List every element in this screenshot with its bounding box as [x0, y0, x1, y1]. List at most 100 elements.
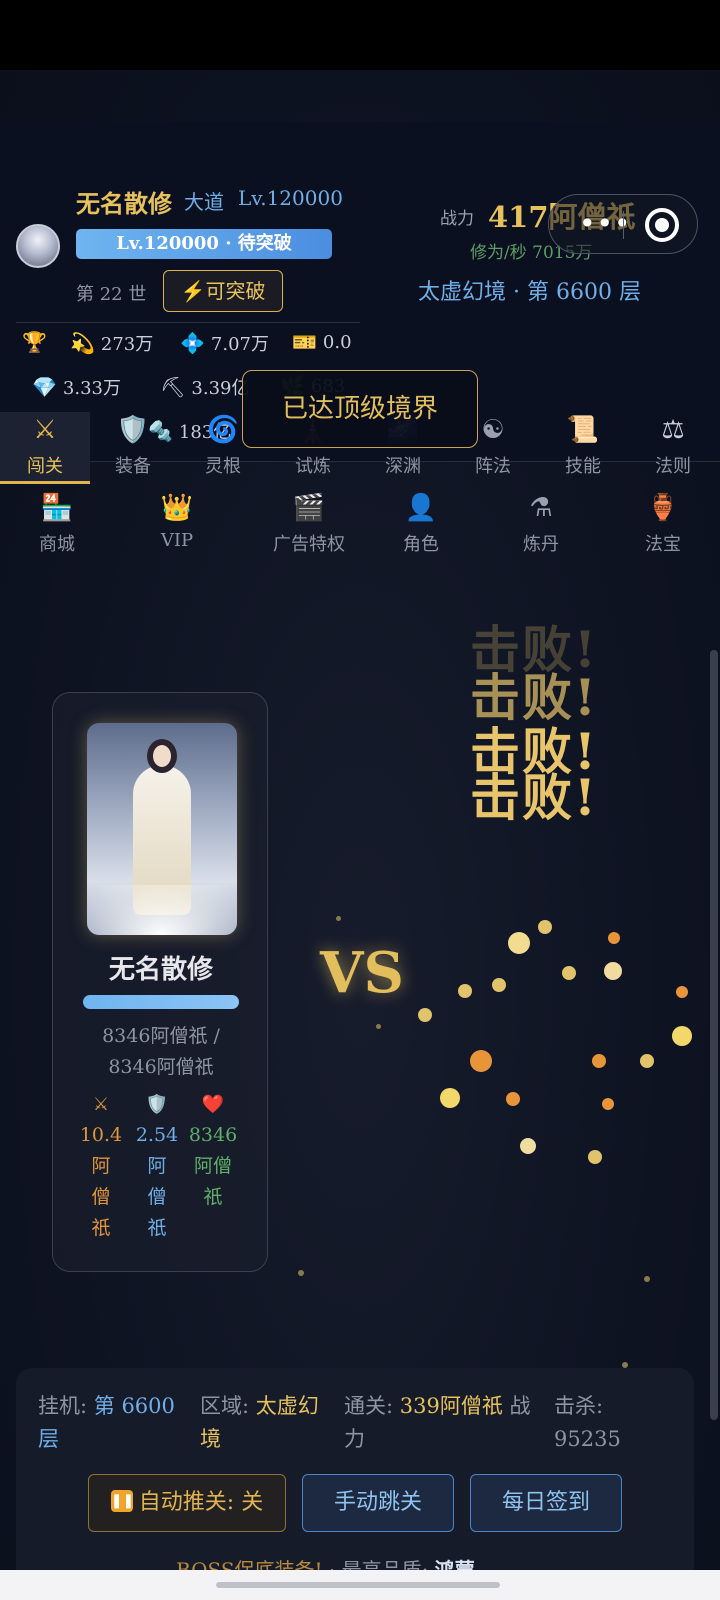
- spark-particle: [298, 1270, 304, 1276]
- idle-stage-info: 挂机: 第 6600 层: [38, 1390, 175, 1456]
- realm-floor: 太虚幻境 · 第 6600 层: [418, 280, 641, 305]
- tab-character[interactable]: 👤 角色: [376, 490, 466, 556]
- crown-icon: 👑: [160, 493, 194, 523]
- resource-value: 3.39亿: [191, 378, 250, 399]
- spark-particle: [604, 962, 622, 980]
- stat-unit: 阿: [147, 1155, 167, 1177]
- tab-challenge[interactable]: ⚔ 闯关: [0, 412, 90, 484]
- daily-signin-button[interactable]: 每日签到: [470, 1474, 622, 1532]
- stat-unit: 祇: [203, 1186, 223, 1208]
- resource-ticket: 🎫 0.0: [292, 330, 352, 354]
- zone-label: 区域:: [200, 1394, 250, 1418]
- tab-label: 广告特权: [273, 534, 345, 555]
- zone-value-cont: 境: [200, 1427, 221, 1451]
- person-icon: 👤: [404, 493, 438, 523]
- tab-label: 角色: [403, 534, 439, 555]
- resource-comet: 💫 273万: [70, 330, 153, 356]
- diamond-icon: 💎: [32, 375, 57, 399]
- power-label: 战力: [440, 209, 474, 229]
- stat-unit: 僧: [91, 1186, 111, 1208]
- spark-particle: [608, 932, 620, 944]
- scrollbar[interactable]: [710, 650, 718, 1420]
- zone-value: 太虚幻: [255, 1394, 319, 1418]
- clapper-icon: 🎬: [292, 493, 326, 523]
- auto-advance-toggle[interactable]: ❚❚ 自动推关: 关: [88, 1474, 286, 1532]
- hp-text-line: 8346阿僧祇 /: [102, 1025, 220, 1047]
- resource-value: 0.0: [322, 331, 352, 353]
- trophy-icon: 🏆: [22, 330, 47, 354]
- tab-label: 闯关: [27, 456, 63, 477]
- idle-value-cont: 层: [38, 1427, 59, 1451]
- scroll-icon: 📜: [566, 415, 600, 445]
- spark-particle: [506, 1092, 520, 1106]
- sword-icon: ⚔: [92, 1094, 110, 1115]
- defense-stat: 🛡️ 2.54 阿 僧 祇: [131, 1089, 183, 1244]
- comet-icon: 💫: [70, 331, 95, 355]
- tab-alchemy[interactable]: ⚗ 炼丹: [496, 490, 586, 556]
- stat-unit: 僧: [147, 1186, 167, 1208]
- spark-particle: [376, 1024, 381, 1029]
- tab-label: 法宝: [645, 534, 681, 555]
- breakthrough-button[interactable]: ⚡可突破: [163, 270, 283, 312]
- shield-icon: 🛡️: [116, 415, 150, 445]
- tab-treasure[interactable]: 🏺 法宝: [618, 490, 708, 556]
- stat-unit: 阿僧: [193, 1155, 232, 1177]
- tab-ad-privilege[interactable]: 🎬 广告特权: [254, 490, 364, 556]
- divider: [16, 322, 360, 323]
- dao-label: 大道: [184, 190, 224, 214]
- resource-pickaxe: ⛏ 3.39亿: [160, 374, 249, 400]
- store-icon: 🏪: [40, 493, 74, 523]
- tab-laws[interactable]: ⚖ 法则: [628, 412, 718, 478]
- heart-icon: ❤️: [201, 1094, 225, 1115]
- game-screen: 无名散修 大道 Lv.120000 Lv.120000 · 待突破 第 22 世…: [0, 70, 720, 1600]
- resource-value: 7.07万: [210, 334, 269, 355]
- avatar[interactable]: [16, 224, 60, 268]
- scales-icon: ⚖: [661, 415, 685, 445]
- kills-label: 击杀:: [554, 1394, 604, 1418]
- spark-particle: [538, 920, 552, 934]
- spark-particle: [676, 986, 688, 998]
- spark-particle: [470, 1050, 492, 1072]
- tab-label: 灵根: [205, 456, 241, 477]
- character-portrait: [87, 723, 237, 935]
- tab-label: 炼丹: [523, 534, 559, 555]
- toast-message: 已达顶级境界: [242, 370, 478, 448]
- miniprogram-capsule: •••: [548, 194, 698, 254]
- spark-particle: [440, 1088, 460, 1108]
- spark-particle: [592, 1054, 606, 1068]
- manual-skip-button[interactable]: 手动跳关: [302, 1474, 454, 1532]
- tab-skills[interactable]: 📜 技能: [538, 412, 628, 478]
- clear-suffix: 战: [509, 1394, 531, 1418]
- tab-shop[interactable]: 🏪 商城: [12, 490, 102, 556]
- resource-value: 273万: [100, 334, 154, 355]
- crystal-icon: 💠: [180, 331, 205, 355]
- resource-trophy: 🏆: [22, 330, 47, 354]
- spark-particle: [508, 932, 530, 954]
- spark-particle: [520, 1138, 536, 1154]
- stage-info-panel: 挂机: 第 6600 层 区域: 太虚幻 境 通关: 339阿僧祇 战 力 击杀…: [16, 1368, 694, 1600]
- shield-icon: 🛡️: [145, 1094, 169, 1115]
- tab-label: 试炼: [295, 456, 331, 477]
- kills-info: 击杀: 95235: [554, 1390, 621, 1456]
- flask-icon: ⚗: [529, 493, 553, 523]
- close-target-icon[interactable]: [645, 208, 679, 242]
- zone-info: 区域: 太虚幻 境: [200, 1390, 319, 1456]
- ticket-icon: 🎫: [292, 330, 317, 354]
- pickaxe-icon: ⛏: [160, 375, 186, 399]
- resource-crystal: 💠 7.07万: [180, 330, 269, 356]
- tab-vip[interactable]: 👑 VIP: [132, 490, 222, 551]
- player-card[interactable]: 无名散修 8346阿僧祇 / 8346阿僧祇 ⚔ 10.4 阿 僧 祇 🛡️ 2…: [52, 692, 268, 1272]
- spark-particle: [672, 1026, 692, 1046]
- hp-text-line: 8346阿僧祇: [108, 1056, 214, 1078]
- pause-icon: ❚❚: [110, 1490, 134, 1512]
- defeat-text: 击败!: [470, 768, 598, 827]
- clear-power-info: 通关: 339阿僧祇 战 力: [344, 1390, 531, 1456]
- vs-label: VS: [320, 940, 404, 1006]
- home-indicator[interactable]: [216, 1582, 500, 1588]
- attack-stat: ⚔ 10.4 阿 僧 祇: [75, 1089, 127, 1244]
- resource-value: 3.33万: [62, 378, 121, 399]
- portrait-face: [153, 745, 171, 767]
- hp-text: 8346阿僧祇 / 8346阿僧祇: [53, 1021, 269, 1083]
- tab-equipment[interactable]: 🛡️ 装备: [88, 412, 178, 478]
- tab-label: 阵法: [475, 456, 511, 477]
